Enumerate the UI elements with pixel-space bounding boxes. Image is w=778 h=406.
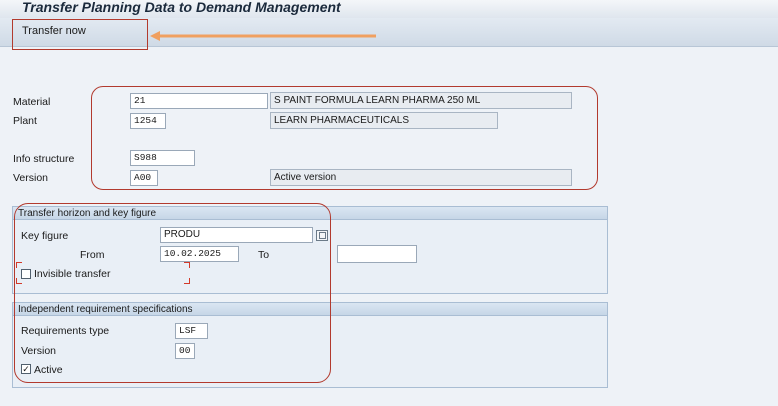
plant-label: Plant [13,115,37,127]
info-structure-field[interactable]: S988 [130,150,195,166]
version-description: Active version [270,169,572,186]
annotation-box-transfer-now [12,19,148,50]
annotation-arrow-icon [150,31,376,41]
plant-description: LEARN PHARMACEUTICALS [270,112,498,129]
info-structure-label: Info structure [13,153,75,165]
version-field[interactable]: A00 [130,170,158,186]
plant-field[interactable]: 1254 [130,113,166,129]
to-date-field[interactable] [337,245,417,263]
page-title: Transfer Planning Data to Demand Managem… [22,0,341,15]
material-description: S PAINT FORMULA LEARN PHARMA 250 ML [270,92,572,109]
material-field[interactable]: 21 [130,93,268,109]
version-label: Version [13,172,49,184]
title-bar: Transfer Planning Data to Demand Managem… [0,0,778,18]
annotation-box-groups [14,203,331,383]
material-label: Material [13,96,51,108]
